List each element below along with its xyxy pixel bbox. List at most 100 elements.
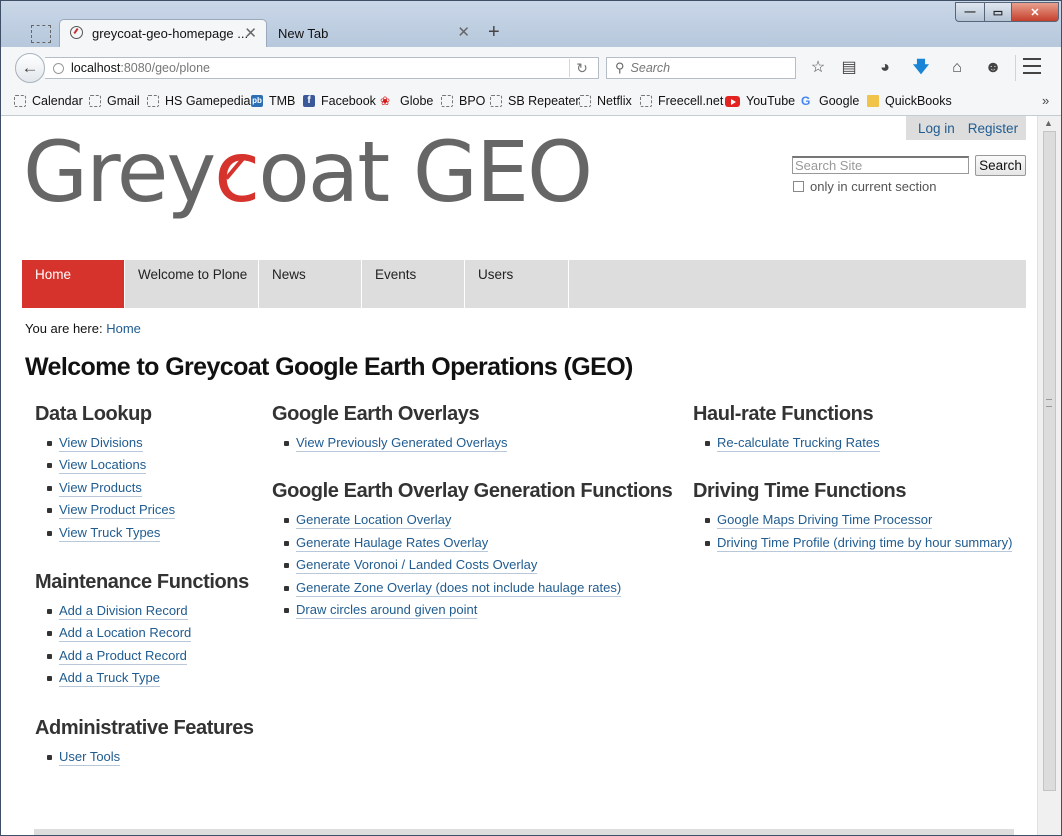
close-tab-icon[interactable]: ✕: [244, 24, 257, 42]
vertical-scrollbar[interactable]: ▲: [1037, 116, 1061, 835]
generate-zone-overlay-link[interactable]: Generate Zone Overlay (does not include …: [296, 579, 622, 597]
scrollbar-grip: [1046, 399, 1052, 407]
tab-greycoat-geo[interactable]: greycoat-geo-homepage ... ✕: [59, 19, 267, 47]
breadcrumb-prefix: You are here:: [25, 321, 103, 336]
breadcrumb: You are here: Home: [25, 321, 141, 336]
site-search-input[interactable]: Search Site: [792, 156, 969, 174]
section-heading: Maintenance Functions: [35, 570, 249, 593]
page-icon: [640, 95, 652, 107]
bookmark-facebook[interactable]: f Facebook: [303, 94, 376, 108]
view-product-prices-link[interactable]: View Product Prices: [59, 502, 176, 520]
bookmark-star-icon[interactable]: ☆: [807, 57, 829, 79]
bookmark-label: YouTube: [746, 94, 796, 108]
recalculate-rates-link[interactable]: Re-calculate Trucking Rates: [717, 435, 880, 452]
user-tools-link[interactable]: User Tools: [59, 748, 121, 766]
chat-icon[interactable]: ☻: [982, 57, 1004, 79]
tab-strip: greycoat-geo-homepage ... ✕ New Tab ✕ + …: [1, 1, 1061, 47]
list-item: Generate Haulage Rates Overlay: [283, 532, 672, 554]
list-item: View Divisions: [47, 432, 254, 454]
draw-circles-link[interactable]: Draw circles around given point: [296, 601, 478, 619]
close-tab-icon[interactable]: ✕: [457, 23, 470, 41]
download-arrow-icon[interactable]: 🡇: [910, 57, 932, 79]
generate-haulage-overlay-link[interactable]: Generate Haulage Rates Overlay: [296, 534, 489, 552]
bookmark-label: Calendar: [32, 94, 83, 108]
chevron-right-double-icon[interactable]: »: [1042, 93, 1049, 108]
driving-time-profile-link[interactable]: Driving Time Profile (driving time by ho…: [717, 534, 1013, 552]
add-truck-type-link[interactable]: Add a Truck Type: [59, 670, 160, 688]
bookmark-label: Freecell.net: [658, 94, 724, 108]
add-location-link[interactable]: Add a Location Record: [59, 625, 192, 643]
bookmark-tmb[interactable]: pb TMB: [251, 94, 295, 108]
generate-voronoi-overlay-link[interactable]: Generate Voronoi / Landed Costs Overlay: [296, 557, 538, 575]
list-item: View Locations: [47, 454, 254, 476]
list-item: Google Maps Driving Time Processor: [704, 509, 1012, 531]
new-tab-plus-icon[interactable]: +: [488, 21, 500, 44]
scroll-up-icon[interactable]: ▲: [1044, 118, 1053, 128]
list-item: Add a Location Record: [47, 622, 254, 644]
nav-news[interactable]: News: [259, 260, 362, 308]
driving-time-processor-link[interactable]: Google Maps Driving Time Processor: [717, 512, 933, 530]
bookmark-freecell[interactable]: Freecell.net: [640, 94, 723, 108]
view-truck-types-link[interactable]: View Truck Types: [59, 524, 161, 542]
maximize-button[interactable]: ▭: [984, 2, 1012, 22]
reload-icon[interactable]: ↻: [569, 59, 594, 77]
register-link[interactable]: Register: [968, 121, 1018, 136]
bookmark-netflix[interactable]: Netflix: [579, 94, 632, 108]
generate-location-overlay-link[interactable]: Generate Location Overlay: [296, 512, 452, 530]
current-section-checkbox[interactable]: [793, 181, 804, 192]
url-bar[interactable]: localhost:8080/geo/plone ↻: [45, 57, 599, 79]
add-division-link[interactable]: Add a Division Record: [59, 602, 188, 620]
page-content: Log in Register Greyc oat GEO Search Site…: [1, 116, 1037, 835]
link-list: Google Maps Driving Time Processor Drivi…: [693, 509, 1013, 554]
view-overlays-link[interactable]: View Previously Generated Overlays: [296, 435, 508, 452]
nav-users[interactable]: Users: [465, 260, 569, 308]
bookmark-youtube[interactable]: YouTube: [725, 94, 795, 108]
list-item: Re-calculate Trucking Rates: [704, 432, 1012, 454]
login-link[interactable]: Log in: [918, 121, 955, 136]
bookmark-label: Netflix: [597, 94, 632, 108]
page-icon: [490, 95, 502, 107]
browser-search-box[interactable]: ⚲ Search: [606, 57, 796, 79]
list-item: View Truck Types: [47, 522, 254, 544]
group-administrative: Administrative Features User Tools: [35, 717, 254, 768]
close-window-button[interactable]: ✕: [1011, 2, 1059, 22]
facebook-icon: f: [303, 95, 315, 107]
bookmark-google[interactable]: G Google: [801, 94, 859, 108]
section-heading: Google Earth Overlays: [272, 403, 480, 425]
breadcrumb-home-link[interactable]: Home: [106, 321, 141, 336]
view-products-link[interactable]: View Products: [59, 479, 142, 497]
greycoat-geo-logo[interactable]: Greyc oat GEO: [23, 130, 593, 214]
bookmark-sb-repeater[interactable]: SB Repeater: [490, 94, 580, 108]
add-product-link[interactable]: Add a Product Record: [59, 647, 187, 665]
folder-icon: [867, 95, 879, 107]
nav-welcome-to-plone[interactable]: Welcome to Plone: [125, 260, 259, 308]
bookmark-calendar[interactable]: Calendar: [14, 94, 83, 108]
minimize-button[interactable]: —: [955, 2, 985, 22]
bookmark-hs-gamepedia[interactable]: HS Gamepedia: [147, 94, 250, 108]
home-icon[interactable]: ⌂: [946, 57, 968, 79]
bookmark-globe[interactable]: ❀ Globe: [380, 94, 433, 108]
tab-title: greycoat-geo-homepage ...: [92, 26, 249, 41]
back-arrow-icon[interactable]: ←: [15, 53, 45, 83]
pocket-icon[interactable]: ◕: [874, 57, 896, 79]
view-locations-link[interactable]: View Locations: [59, 457, 147, 475]
current-section-option[interactable]: only in current section: [793, 179, 936, 194]
url-host: localhost: [71, 61, 121, 75]
tab-groups-icon[interactable]: [31, 25, 51, 43]
column-right: Haul-rate Functions Re-calculate Truckin…: [693, 403, 1013, 581]
hamburger-menu-icon[interactable]: [1023, 58, 1041, 74]
nav-home[interactable]: Home: [22, 260, 125, 308]
bookmark-quickbooks[interactable]: QuickBooks: [867, 94, 952, 108]
view-divisions-link[interactable]: View Divisions: [59, 435, 143, 452]
list-item: Generate Voronoi / Landed Costs Overlay: [283, 554, 672, 576]
group-overlay-generation: Google Earth Overlay Generation Function…: [272, 480, 673, 621]
scrollbar-thumb[interactable]: [1043, 131, 1056, 791]
bookmark-label: BPO: [459, 94, 486, 108]
page-icon: [14, 95, 26, 107]
nav-events[interactable]: Events: [362, 260, 465, 308]
tab-new-tab[interactable]: New Tab ✕: [269, 19, 479, 47]
reading-list-icon[interactable]: ▤: [838, 57, 860, 79]
bookmark-gmail[interactable]: Gmail: [89, 94, 140, 108]
bookmark-bpo[interactable]: BPO: [441, 94, 485, 108]
site-search-button[interactable]: Search: [975, 155, 1026, 176]
